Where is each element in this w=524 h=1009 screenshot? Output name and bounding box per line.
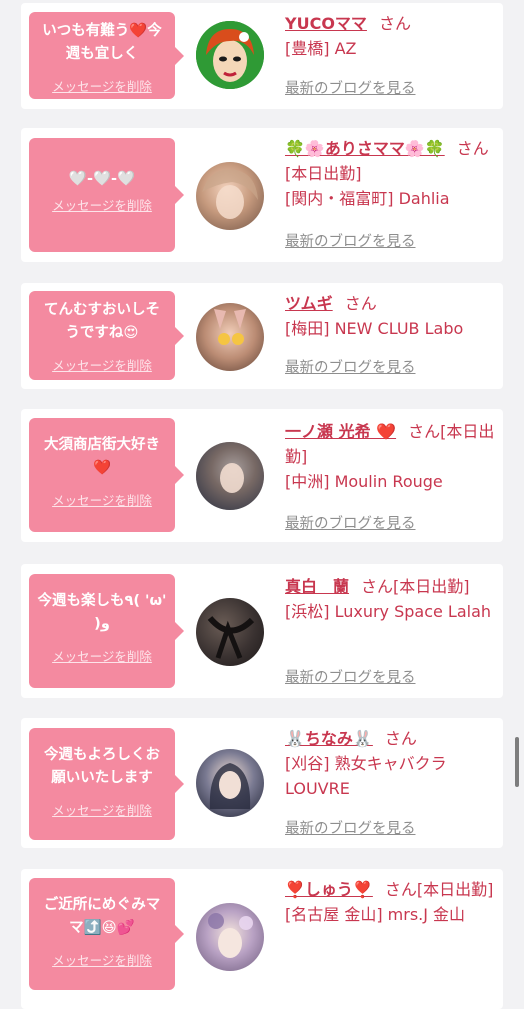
honorific: さん	[384, 729, 417, 748]
shop-label: [中洲] Moulin Rouge	[285, 472, 443, 491]
avatar[interactable]	[196, 162, 264, 230]
attendance-status: [本日出勤]	[285, 164, 362, 183]
honorific: さん	[344, 294, 377, 313]
cast-name-link[interactable]: 一ノ瀬 光希 ❤️	[285, 422, 396, 441]
delete-message-link[interactable]: メッセージを削除	[52, 800, 152, 819]
avatar[interactable]	[196, 903, 264, 971]
honorific: さん	[361, 577, 394, 596]
delete-message-link[interactable]: メッセージを削除	[52, 490, 152, 509]
photo-avatar-icon	[207, 615, 255, 659]
photo-avatar-icon	[208, 913, 253, 958]
cast-info: ❣️しゅう❣️ さん[本日出勤] [名古屋 金山] mrs.J 金山	[285, 877, 497, 927]
delete-message-link[interactable]: メッセージを削除	[52, 646, 152, 665]
delete-message-link[interactable]: メッセージを削除	[52, 355, 152, 374]
scrollbar[interactable]	[515, 737, 519, 787]
latest-blog-link[interactable]: 最新のブログを見る	[285, 77, 416, 98]
shop-label: [豊橋] AZ	[285, 39, 357, 58]
message-card: ご近所にめぐみママ⤴️😆💕 メッセージを削除 ❣️しゅう❣️ さん[本日出勤] […	[21, 869, 503, 1009]
avatar[interactable]	[196, 303, 264, 371]
shop-label: [梅田] NEW CLUB Labo	[285, 319, 464, 338]
cast-name-link[interactable]: 真白 蘭	[285, 577, 349, 596]
cast-info: 一ノ瀬 光希 ❤️ さん[本日出勤] [中洲] Moulin Rouge	[285, 419, 497, 494]
cast-name-link[interactable]: ツムギ	[285, 294, 333, 313]
delete-message-link[interactable]: メッセージを削除	[52, 950, 152, 969]
avatar[interactable]	[196, 749, 264, 817]
message-bubble: ご近所にめぐみママ⤴️😆💕 メッセージを削除	[29, 878, 184, 990]
message-bubble: 🤍-🤍-🤍 メッセージを削除	[29, 138, 184, 252]
latest-blog-link[interactable]: 最新のブログを見る	[285, 512, 416, 533]
message-text: てんむすおいしそうですね😍	[44, 302, 160, 341]
message-text: 今週もよろしくお願いいたします	[44, 747, 160, 786]
message-text: 🤍-🤍-🤍	[68, 171, 136, 187]
message-bubble: いつも有難う❤️今週も宜しく メッセージを削除	[29, 12, 184, 99]
message-text: ご近所にめぐみママ⤴️😆💕	[43, 897, 161, 936]
honorific: さん	[456, 139, 489, 158]
message-card: いつも有難う❤️今週も宜しく メッセージを削除 YUCOママ さん [豊橋] AZ…	[21, 3, 503, 109]
message-bubble: てんむすおいしそうですね😍 メッセージを削除	[29, 291, 184, 380]
avatar[interactable]	[196, 598, 264, 666]
message-text: 今週も楽しも٩( 'ω' )و	[37, 593, 167, 632]
message-card: てんむすおいしそうですね😍 メッセージを削除 ツムギ さん [梅田] NEW CL…	[21, 283, 503, 389]
honorific: さん	[378, 14, 411, 33]
cast-info: 🍀🌸ありさママ🌸🍀 さん [本日出勤] [関内・福富町] Dahlia	[285, 136, 497, 211]
cast-name-link[interactable]: 🍀🌸ありさママ🌸🍀	[285, 139, 445, 158]
latest-blog-link[interactable]: 最新のブログを見る	[285, 230, 416, 251]
cartoon-face-avatar-icon	[196, 21, 264, 89]
cast-info: 🐰ちなみ🐰 さん [刈谷] 熟女キャバクラ LOUVRE	[285, 726, 497, 801]
cast-name-link[interactable]: YUCOママ	[285, 14, 367, 33]
message-bubble: 大須商店街大好き❤️ メッセージを削除	[29, 418, 184, 532]
cast-name-link[interactable]: ❣️しゅう❣️	[285, 880, 373, 899]
photo-avatar-icon	[209, 763, 251, 809]
cast-name-link[interactable]: 🐰ちなみ🐰	[285, 729, 373, 748]
attendance-status: [本日出勤]	[393, 577, 470, 596]
message-bubble: 今週もよろしくお願いいたします メッセージを削除	[29, 728, 184, 840]
shop-label: [名古屋 金山] mrs.J 金山	[285, 905, 466, 924]
delete-message-link[interactable]: メッセージを削除	[52, 195, 152, 214]
latest-blog-link[interactable]: 最新のブログを見る	[285, 666, 416, 687]
message-text: 大須商店街大好き❤️	[44, 437, 160, 476]
message-card: 今週も楽しも٩( 'ω' )و メッセージを削除 真白 蘭さん[本日出勤] [浜…	[21, 564, 503, 698]
avatar[interactable]	[196, 442, 264, 510]
message-card: 🤍-🤍-🤍 メッセージを削除 🍀🌸ありさママ🌸🍀 さん [本日出勤] [関内・福富町…	[21, 128, 503, 262]
message-bubble: 今週も楽しも٩( 'ω' )و メッセージを削除	[29, 574, 184, 688]
shop-label: [浜松] Luxury Space Lalah	[285, 602, 492, 621]
photo-avatar-icon	[196, 442, 264, 510]
message-text: いつも有難う❤️今週も宜しく	[42, 23, 162, 62]
delete-message-link[interactable]: メッセージを削除	[52, 76, 152, 95]
photo-avatar-icon	[202, 169, 258, 219]
attendance-status: [本日出勤]	[416, 880, 494, 899]
shop-label: [関内・福富町] Dahlia	[285, 189, 450, 208]
cast-info: ツムギ さん [梅田] NEW CLUB Labo	[285, 291, 497, 341]
cast-info: YUCOママ さん [豊橋] AZ	[285, 11, 497, 61]
cast-info: 真白 蘭さん[本日出勤] [浜松] Luxury Space Lalah	[285, 574, 497, 624]
shop-label: [刈谷] 熟女キャバクラ LOUVRE	[285, 754, 447, 798]
honorific: さん	[384, 880, 417, 899]
photo-avatar-icon	[214, 309, 246, 345]
message-card: 今週もよろしくお願いいたします メッセージを削除 🐰ちなみ🐰 さん [刈谷] 熟女…	[21, 718, 503, 848]
avatar[interactable]	[196, 21, 264, 89]
honorific: さん	[408, 422, 441, 441]
message-card: 大須商店街大好き❤️ メッセージを削除 一ノ瀬 光希 ❤️ さん[本日出勤] [中…	[21, 409, 503, 542]
latest-blog-link[interactable]: 最新のブログを見る	[285, 817, 416, 838]
latest-blog-link[interactable]: 最新のブログを見る	[285, 356, 416, 377]
